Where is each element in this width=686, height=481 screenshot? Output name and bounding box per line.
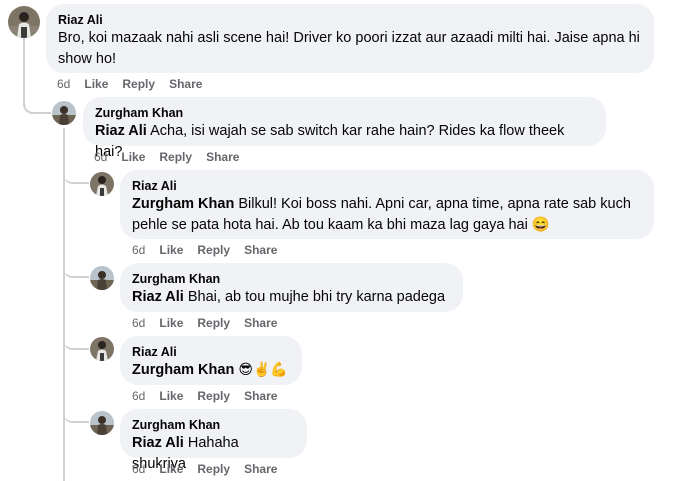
comment-author[interactable]: Riaz Ali	[132, 178, 642, 194]
reply-button[interactable]: Reply	[197, 462, 230, 476]
comment-bubble: Riaz Ali Zurgham Khan 😎✌️💪	[120, 336, 302, 385]
like-button[interactable]: Like	[159, 462, 183, 476]
comment-actions: 6d Like Reply Share	[132, 462, 291, 476]
avatar[interactable]	[90, 172, 114, 196]
reply-button[interactable]: Reply	[197, 243, 230, 257]
thread-line-main	[23, 38, 25, 74]
comment-actions: 6d Like Reply Share	[132, 243, 291, 257]
comment-bubble: Zurgham Khan Riaz Ali Bhai, ab tou mujhe…	[120, 263, 463, 312]
comment-bubble: Zurgham Khan Riaz Ali Acha, isi wajah se…	[83, 97, 606, 160]
reply-button[interactable]: Reply	[122, 77, 155, 91]
comment-time[interactable]: 6d	[94, 150, 107, 164]
comment-time[interactable]: 6d	[132, 389, 145, 403]
emoji-reaction: 😎✌️💪	[238, 362, 288, 378]
avatar[interactable]	[90, 266, 114, 290]
comment-time[interactable]: 6d	[132, 462, 145, 476]
comment-bubble: Zurgham Khan Riaz Ali Hahaha shukriya	[120, 409, 307, 472]
share-button[interactable]: Share	[244, 462, 277, 476]
mention-link[interactable]: Zurgham Khan	[132, 196, 234, 212]
comment-time[interactable]: 6d	[132, 316, 145, 330]
comment-author[interactable]: Zurgham Khan	[132, 271, 451, 287]
comment-bubble: Riaz Ali Zurgham Khan Bilkul! Koi boss n…	[120, 170, 654, 239]
thread-connector	[63, 160, 89, 184]
share-button[interactable]: Share	[206, 150, 239, 164]
comment-time[interactable]: 6d	[57, 77, 70, 91]
thread-line-nested	[63, 128, 65, 481]
comment-actions: 6d Like Reply Share	[132, 316, 291, 330]
comment-bubble: Riaz Ali Bro, koi mazaak nahi asli scene…	[46, 4, 654, 73]
reply-button[interactable]: Reply	[159, 150, 192, 164]
comment-text: Zurgham Khan 😎✌️💪	[132, 360, 290, 381]
comment-text: Riaz Ali Bhai, ab tou mujhe bhi try karn…	[132, 287, 451, 308]
share-button[interactable]: Share	[244, 243, 277, 257]
avatar[interactable]	[52, 101, 76, 125]
like-button[interactable]: Like	[84, 77, 108, 91]
thread-connector	[63, 258, 89, 278]
comment-body: Bhai, ab tou mujhe bhi try karna padega	[187, 289, 446, 305]
comment-actions: 6d Like Reply Share	[57, 77, 216, 91]
reply-button[interactable]: Reply	[197, 316, 230, 330]
mention-link[interactable]: Riaz Ali	[132, 435, 184, 451]
comment-author[interactable]: Riaz Ali	[58, 12, 642, 28]
reply-button[interactable]: Reply	[197, 389, 230, 403]
avatar[interactable]	[8, 6, 40, 38]
mention-link[interactable]: Riaz Ali	[95, 123, 147, 139]
share-button[interactable]: Share	[244, 389, 277, 403]
like-button[interactable]: Like	[121, 150, 145, 164]
mention-link[interactable]: Riaz Ali	[132, 289, 184, 305]
comment-author[interactable]: Zurgham Khan	[132, 417, 295, 433]
avatar[interactable]	[90, 337, 114, 361]
share-button[interactable]: Share	[244, 316, 277, 330]
comment-actions: 6d Like Reply Share	[94, 150, 253, 164]
thread-connector	[63, 330, 89, 350]
comment-text: Bro, koi mazaak nahi asli scene hai! Dri…	[58, 30, 640, 67]
like-button[interactable]: Like	[159, 316, 183, 330]
comment-author[interactable]: Zurgham Khan	[95, 105, 594, 121]
like-button[interactable]: Like	[159, 243, 183, 257]
comment-author[interactable]: Riaz Ali	[132, 344, 290, 360]
share-button[interactable]: Share	[169, 77, 202, 91]
thread-connector	[63, 403, 89, 423]
thread-connector	[23, 72, 51, 114]
comment-text: Zurgham Khan Bilkul! Koi boss nahi. Apni…	[132, 194, 642, 236]
comment-actions: 6d Like Reply Share	[132, 389, 291, 403]
like-button[interactable]: Like	[159, 389, 183, 403]
comment-time[interactable]: 6d	[132, 243, 145, 257]
mention-link[interactable]: Zurgham Khan	[132, 362, 234, 378]
avatar[interactable]	[90, 411, 114, 435]
